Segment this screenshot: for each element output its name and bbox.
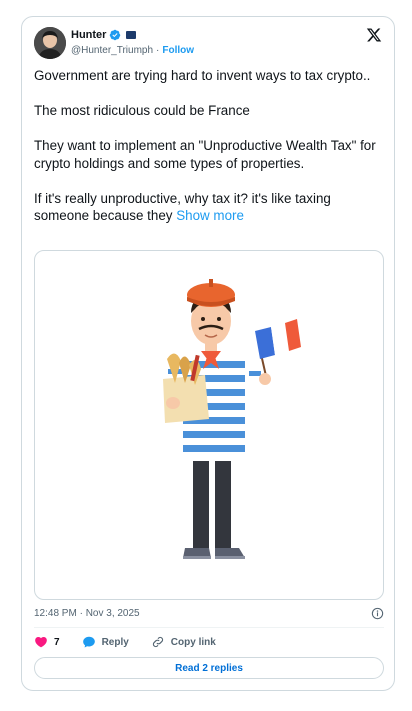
verified-badge-icon xyxy=(110,29,121,41)
action-bar: 7 Reply Copy link xyxy=(34,635,238,649)
read-replies-button[interactable]: Read 2 replies xyxy=(34,657,384,679)
divider xyxy=(34,627,384,628)
heart-icon xyxy=(35,637,47,648)
copy-link-label: Copy link xyxy=(170,636,216,648)
reply-bubble-icon xyxy=(82,636,95,648)
tweet-card: Hunter @Hunter_Triumph · Follow Governme… xyxy=(21,16,395,691)
tweet-image[interactable] xyxy=(34,250,384,600)
copy-link-button[interactable]: Copy link xyxy=(151,635,216,649)
affiliate-badge-icon xyxy=(126,31,137,39)
like-button[interactable]: 7 xyxy=(34,635,60,649)
author-handle[interactable]: @Hunter_Triumph xyxy=(71,45,153,56)
tweet-timestamp[interactable]: 12:48 PM · Nov 3, 2025 xyxy=(34,608,140,619)
x-logo-icon[interactable] xyxy=(366,27,382,43)
avatar[interactable] xyxy=(34,27,66,59)
like-count: 7 xyxy=(54,636,60,648)
reply-label: Reply xyxy=(101,636,129,648)
author-name-row: Hunter xyxy=(71,29,137,41)
tweet-paragraph-last: If it's really unproductive, why tax it?… xyxy=(34,190,384,225)
french-man-illustration xyxy=(161,279,301,559)
author-display-name[interactable]: Hunter xyxy=(71,29,106,41)
info-icon[interactable] xyxy=(371,607,384,620)
link-icon xyxy=(152,636,163,648)
tweet-text: Government are trying hard to invent way… xyxy=(34,67,384,225)
tweet-paragraph: They want to implement an "Unproductive … xyxy=(34,138,376,171)
author-handle-row: @Hunter_Triumph · Follow xyxy=(71,45,194,56)
timestamp-row: 12:48 PM · Nov 3, 2025 xyxy=(34,606,384,620)
show-more-link[interactable]: Show more xyxy=(176,208,244,223)
tweet-paragraph: The most ridiculous could be France xyxy=(34,103,250,118)
handle-separator: · xyxy=(156,45,160,56)
reply-button[interactable]: Reply xyxy=(82,635,129,649)
tweet-paragraph: Government are trying hard to invent way… xyxy=(34,68,371,83)
follow-button[interactable]: Follow xyxy=(162,45,194,56)
